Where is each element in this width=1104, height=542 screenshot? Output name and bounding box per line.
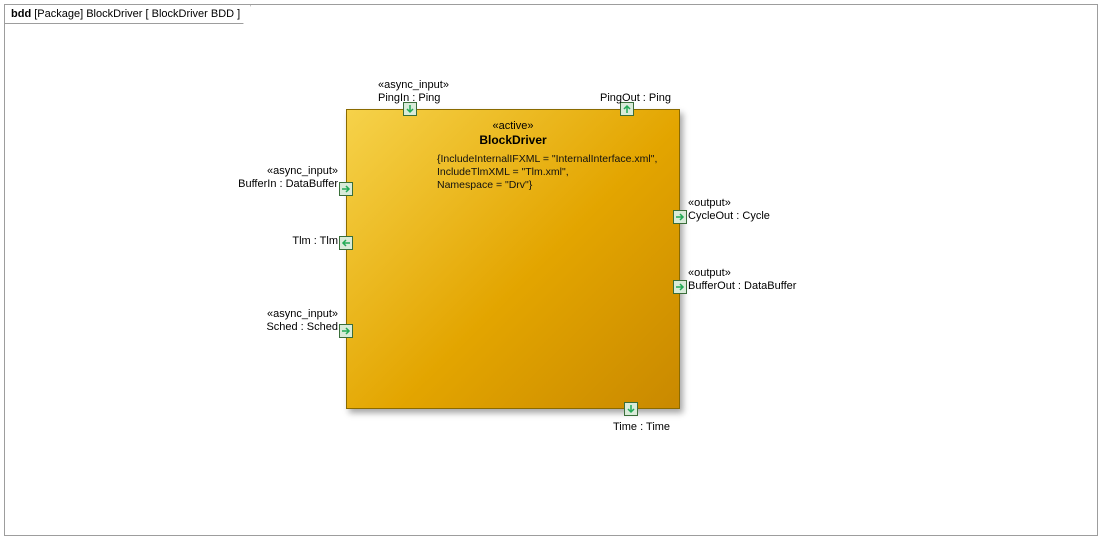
label-tlm: Tlm : Tlm — [290, 235, 338, 248]
port-label-text: CycleOut : Cycle — [688, 210, 770, 222]
port-stereotype: «async_input» — [378, 79, 449, 92]
arrow-right-icon — [341, 184, 351, 194]
port-label-text: BufferOut : DataBuffer — [688, 280, 796, 292]
arrow-up-icon — [622, 104, 632, 114]
port-bufferout[interactable] — [673, 280, 687, 294]
port-label-text: Time : Time — [613, 421, 670, 433]
arrow-down-icon — [405, 104, 415, 114]
label-sched: «async_input» Sched : Sched — [263, 308, 338, 334]
block-prop-line: Namespace = "Drv"} — [437, 179, 679, 192]
block-properties: {IncludeInternalIFXML = "InternalInterfa… — [437, 153, 679, 192]
port-bufferin[interactable] — [339, 182, 353, 196]
port-label-text: Sched : Sched — [266, 321, 338, 333]
label-pingin: «async_input» PingIn : Ping — [378, 79, 449, 105]
label-time: Time : Time — [613, 421, 670, 434]
arrow-down-icon — [626, 404, 636, 414]
arrow-right-icon — [675, 282, 685, 292]
arrow-right-icon — [675, 212, 685, 222]
port-label-text: PingIn : Ping — [378, 92, 440, 104]
port-stereotype: «output» — [688, 197, 770, 210]
port-cycleout[interactable] — [673, 210, 687, 224]
frame-title-tab: bdd [Package] BlockDriver [ BlockDriver … — [4, 4, 251, 24]
block-prop-line: IncludeTlmXML = "Tlm.xml", — [437, 166, 679, 179]
bdd-frame: bdd [Package] BlockDriver [ BlockDriver … — [4, 4, 1098, 536]
block-name: BlockDriver — [347, 133, 679, 147]
block-blockdriver[interactable]: «active» BlockDriver {IncludeInternalIFX… — [346, 109, 680, 409]
port-sched[interactable] — [339, 324, 353, 338]
port-stereotype: «async_input» — [230, 165, 338, 178]
label-pingout: PingOut : Ping — [600, 92, 671, 105]
port-stereotype: «async_input» — [263, 308, 338, 321]
block-prop-line: {IncludeInternalIFXML = "InternalInterfa… — [437, 153, 679, 166]
label-bufferout: «output» BufferOut : DataBuffer — [688, 267, 796, 293]
label-cycleout: «output» CycleOut : Cycle — [688, 197, 770, 223]
port-tlm[interactable] — [339, 236, 353, 250]
frame-kind: bdd — [11, 8, 31, 20]
port-label-text: PingOut : Ping — [600, 92, 671, 104]
port-time[interactable] — [624, 402, 638, 416]
frame-title-text: [Package] BlockDriver [ BlockDriver BDD … — [31, 8, 240, 20]
port-label-text: BufferIn : DataBuffer — [238, 178, 338, 190]
block-stereotype: «active» — [347, 120, 679, 132]
port-label-text: Tlm : Tlm — [292, 235, 338, 247]
port-stereotype: «output» — [688, 267, 796, 280]
arrow-right-icon — [341, 326, 351, 336]
arrow-left-icon — [341, 238, 351, 248]
label-bufferin: «async_input» BufferIn : DataBuffer — [230, 165, 338, 191]
